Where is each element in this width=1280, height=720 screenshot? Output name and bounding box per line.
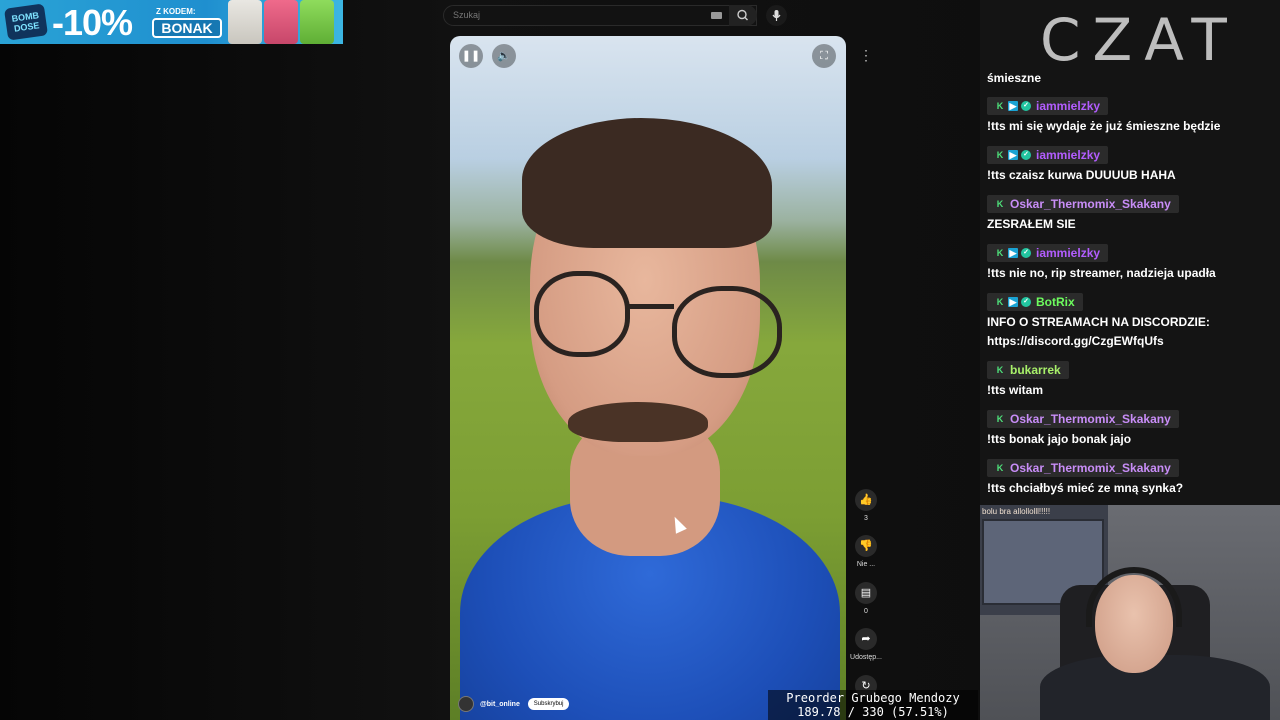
search-placeholder: Szukaj bbox=[453, 10, 481, 20]
prime-badge-icon: ▶ bbox=[1008, 297, 1018, 307]
chat-message-text: śmieszne bbox=[987, 71, 1042, 85]
chat-username[interactable]: Oskar_Thermomix_Skakany bbox=[1010, 197, 1171, 211]
like-count: 3 bbox=[864, 515, 868, 522]
chat-message: K ▶ ✓ iammielzky !tts nie no, rip streamer, … bbox=[987, 244, 1216, 283]
chat-message: K Oskar_Thermomix_Skakany ZESRAŁEM SIE bbox=[987, 195, 1179, 234]
channel-avatar[interactable] bbox=[458, 696, 474, 712]
chat-title: CZAT bbox=[1040, 6, 1239, 74]
video-frame-glasses bbox=[534, 271, 630, 357]
promo-discount: -10% bbox=[52, 2, 133, 43]
promo-code-label: Z KODEM: bbox=[156, 7, 196, 16]
search-input[interactable]: Szukaj bbox=[443, 5, 757, 26]
chat-message: K Oskar_Thermomix_Skakany !tts chciałbyś m… bbox=[987, 459, 1183, 498]
microphone-icon bbox=[772, 10, 781, 21]
chat-username[interactable]: bukarrek bbox=[1010, 363, 1061, 377]
volume-button[interactable]: 🔈 bbox=[492, 44, 516, 68]
chat-panel: CZAT śmieszne K ▶ ✓ iammielzky !tts mi się w… bbox=[980, 0, 1280, 505]
channel-handle[interactable]: @bit_online bbox=[480, 701, 520, 708]
comment-icon[interactable]: ▤ bbox=[855, 582, 877, 604]
chat-username[interactable]: iammielzky bbox=[1036, 148, 1100, 162]
prime-badge-icon: ▶ bbox=[1008, 248, 1018, 258]
chat-username-row[interactable]: K ▶ ✓ iammielzky bbox=[987, 97, 1109, 115]
comments-action[interactable]: ▤ 0 bbox=[846, 582, 886, 615]
chat-username-row[interactable]: K ▶ ✓ BotRix bbox=[987, 293, 1083, 311]
kick-badge-icon: K bbox=[996, 101, 1004, 111]
chat-username-row[interactable]: K Oskar_Thermomix_Skakany bbox=[987, 459, 1179, 477]
chat-username[interactable]: iammielzky bbox=[1036, 99, 1100, 113]
verified-badge-icon: ✓ bbox=[1021, 150, 1031, 160]
chat-username[interactable]: Oskar_Thermomix_Skakany bbox=[1010, 412, 1171, 426]
keyboard-icon[interactable] bbox=[711, 12, 722, 19]
chat-username[interactable]: iammielzky bbox=[1036, 246, 1100, 260]
pause-button[interactable]: ❚❚ bbox=[459, 44, 483, 68]
more-options-icon[interactable]: ⋮ bbox=[857, 46, 875, 66]
preorder-title: Preorder Grubego Mendozy bbox=[786, 691, 960, 705]
verified-badge-icon: ✓ bbox=[1021, 248, 1031, 258]
verified-badge-icon: ✓ bbox=[1021, 101, 1031, 111]
chat-username[interactable]: BotRix bbox=[1036, 295, 1075, 309]
video-frame-hair bbox=[522, 118, 772, 248]
kick-badge-icon: K bbox=[996, 365, 1004, 375]
stream-layout: BOMB DOSE -10% Z KODEM: BONAK Szukaj ❚❚ … bbox=[0, 0, 1280, 720]
chat-username-row[interactable]: K ▶ ✓ iammielzky bbox=[987, 244, 1109, 262]
chat-username-row[interactable]: K ▶ ✓ iammielzky bbox=[987, 146, 1109, 164]
kick-badge-icon: K bbox=[996, 248, 1004, 258]
search-button[interactable] bbox=[729, 5, 757, 26]
thumbs-down-icon[interactable]: 👎 bbox=[855, 535, 877, 557]
video-frame-moustache bbox=[568, 402, 708, 442]
video-frame-glasses-bridge bbox=[628, 304, 674, 309]
product-can-icon bbox=[300, 0, 334, 44]
brand-logo: BOMB DOSE bbox=[3, 3, 49, 41]
share-action[interactable]: ➦ Udostęp... bbox=[846, 628, 886, 661]
chat-message: K ▶ ✓ iammielzky !tts czaisz kurwa DUUUUB HA… bbox=[987, 146, 1176, 185]
thumbs-up-icon[interactable]: 👍 bbox=[855, 489, 877, 511]
kick-badge-icon: K bbox=[996, 463, 1004, 473]
chat-message-text: INFO O STREAMACH NA DISCORDZIE: https://… bbox=[987, 315, 1210, 348]
kick-badge-icon: K bbox=[996, 199, 1004, 209]
fullscreen-button[interactable]: ⛶ bbox=[812, 44, 836, 68]
promo-code: BONAK bbox=[152, 18, 222, 38]
video-frame-glasses bbox=[672, 286, 782, 378]
like-action[interactable]: 👍 3 bbox=[846, 489, 886, 522]
subscribe-button[interactable]: Subskrybuj bbox=[527, 698, 570, 710]
kick-badge-icon: K bbox=[996, 414, 1004, 424]
chat-message-text: !tts bonak jajo bonak jajo bbox=[987, 432, 1132, 446]
chat-message: Kbukarrek !tts witam bbox=[987, 361, 1069, 400]
channel-row: @bit_online Subskrybuj bbox=[458, 696, 570, 716]
chat-username-row[interactable]: K Oskar_Thermomix_Skakany bbox=[987, 410, 1179, 428]
product-can-icon bbox=[264, 0, 298, 44]
prime-badge-icon: ▶ bbox=[1008, 150, 1018, 160]
share-label: Udostęp... bbox=[850, 654, 882, 661]
chat-message-text: !tts nie no, rip streamer, nadzieja upad… bbox=[987, 266, 1216, 280]
chat-message: K ▶ ✓ iammielzky !tts mi się wydaje że już ś… bbox=[987, 97, 1220, 136]
prime-badge-icon: ▶ bbox=[1008, 101, 1018, 111]
webcam-wall-note: bolu bra allollolll!!!!! bbox=[982, 507, 1051, 516]
verified-badge-icon: ✓ bbox=[1021, 297, 1031, 307]
comments-count: 0 bbox=[864, 608, 868, 615]
chat-message-text: !tts mi się wydaje że już śmieszne będzi… bbox=[987, 119, 1221, 133]
chat-username-row[interactable]: Kbukarrek bbox=[987, 361, 1069, 379]
share-icon[interactable]: ➦ bbox=[855, 628, 877, 650]
chat-username-row[interactable]: K Oskar_Thermomix_Skakany bbox=[987, 195, 1179, 213]
kick-badge-icon: K bbox=[996, 297, 1004, 307]
chat-message-text: ZESRAŁEM SIE bbox=[987, 217, 1076, 231]
chat-message: K ▶ ✓ BotRix INFO O STREAMACH NA DISCORDZIE:… bbox=[987, 293, 1247, 351]
kick-badge-icon: K bbox=[996, 150, 1004, 160]
preorder-progress-overlay: Preorder Grubego Mendozy 189.78 / 330 (5… bbox=[768, 690, 978, 720]
short-video-player[interactable]: ❚❚ 🔈 ⛶ @bit_online Subskrybuj bbox=[450, 36, 846, 720]
search-icon bbox=[737, 9, 748, 21]
chat-message-text: !tts witam bbox=[987, 383, 1044, 397]
promo-banner[interactable]: BOMB DOSE -10% Z KODEM: BONAK bbox=[0, 0, 343, 44]
dislike-label: Nie ... bbox=[856, 561, 876, 568]
streamer-webcam: bolu bra allollolll!!!!! bbox=[980, 505, 1280, 720]
chat-message: K Oskar_Thermomix_Skakany !tts bonak jajo … bbox=[987, 410, 1179, 449]
voice-search-button[interactable] bbox=[766, 5, 787, 26]
chat-message-text: !tts czaisz kurwa DUUUUB HAHA bbox=[987, 168, 1176, 182]
dislike-action[interactable]: 👎 Nie ... bbox=[846, 535, 886, 568]
preorder-progress: 189.78 / 330 (57.51%) bbox=[797, 705, 949, 719]
chat-username[interactable]: Oskar_Thermomix_Skakany bbox=[1010, 461, 1171, 475]
product-can-icon bbox=[228, 0, 262, 44]
chat-message-text: !tts chciałbyś mieć ze mną synka? bbox=[987, 481, 1184, 495]
